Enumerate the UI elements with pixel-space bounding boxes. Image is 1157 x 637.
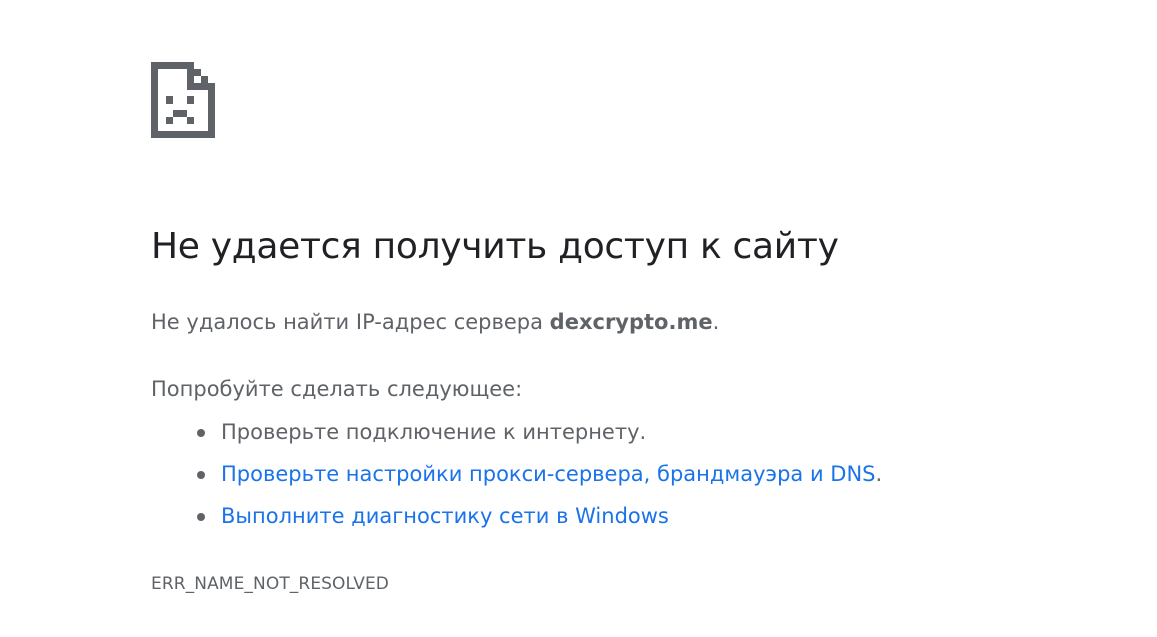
page-title: Не удается получить доступ к сайту — [151, 226, 839, 267]
summary-suffix: . — [712, 310, 720, 334]
error-summary: Не удалось найти IP-адрес сервера dexcry… — [151, 306, 719, 338]
check-proxy-link[interactable]: Проверьте настройки прокси-сервера, бран… — [221, 462, 876, 486]
sad-page-icon — [151, 62, 215, 138]
summary-prefix: Не удалось найти IP-адрес сервера — [151, 310, 550, 334]
suggestions-list: Проверьте подключение к интернету. Прове… — [151, 416, 882, 542]
suggestion-run-diagnostics: Выполните диагностику сети в Windows — [151, 500, 882, 542]
suggestion-trail: . — [875, 462, 883, 486]
host-name: dexcrypto.me — [549, 310, 713, 334]
error-page: Не удается получить доступ к сайту Не уд… — [0, 0, 1157, 637]
suggestions-heading: Попробуйте сделать следующее: — [151, 377, 523, 401]
bullet-icon — [197, 429, 205, 437]
bullet-icon — [197, 513, 205, 521]
error-code: ERR_NAME_NOT_RESOLVED — [151, 574, 389, 594]
bullet-icon — [197, 471, 205, 479]
suggestion-text: Проверьте подключение к интернету. — [221, 420, 647, 444]
suggestion-check-connection: Проверьте подключение к интернету. — [151, 416, 882, 458]
network-diagnostics-link[interactable]: Выполните диагностику сети в Windows — [221, 504, 669, 528]
suggestion-check-proxy: Проверьте настройки прокси-сервера, бран… — [151, 458, 882, 500]
